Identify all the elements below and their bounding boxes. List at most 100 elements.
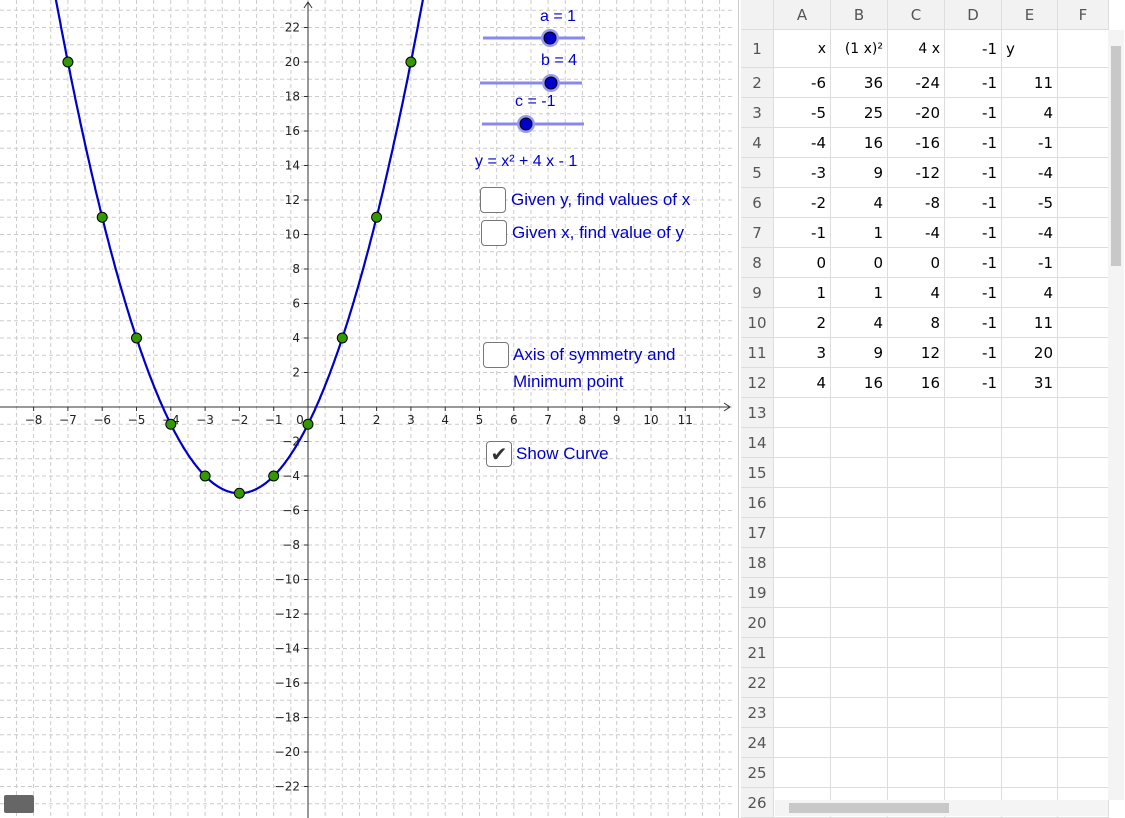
- cell-B20[interactable]: [831, 608, 888, 638]
- cell-B17[interactable]: [831, 518, 888, 548]
- row-header[interactable]: 12: [741, 368, 774, 398]
- cell-B21[interactable]: [831, 638, 888, 668]
- cell-A14[interactable]: [774, 428, 831, 458]
- cell-B12[interactable]: 16: [831, 368, 888, 398]
- cell-E16[interactable]: [1002, 488, 1058, 518]
- cell-D2[interactable]: -1: [945, 68, 1002, 98]
- checkbox-show-curve-label[interactable]: Show Curve: [516, 444, 609, 464]
- cell-E19[interactable]: [1002, 578, 1058, 608]
- checkbox-given-x-label[interactable]: Given x, find value of y: [512, 223, 684, 243]
- cell-C5[interactable]: -12: [888, 158, 945, 188]
- graphics-view[interactable]: −8−7−6−5−4−3−2−1012345678910112220181614…: [0, 0, 735, 818]
- cell-C16[interactable]: [888, 488, 945, 518]
- cell-D10[interactable]: -1: [945, 308, 1002, 338]
- cell-A24[interactable]: [774, 728, 831, 758]
- row-header[interactable]: 9: [741, 278, 774, 308]
- cell-B14[interactable]: [831, 428, 888, 458]
- cell-C20[interactable]: [888, 608, 945, 638]
- checkbox-axis-symmetry[interactable]: [483, 342, 509, 368]
- cell-B10[interactable]: 4: [831, 308, 888, 338]
- cell-A6[interactable]: -2: [774, 188, 831, 218]
- cell-F16[interactable]: [1058, 488, 1109, 518]
- row-header[interactable]: 2: [741, 68, 774, 98]
- cell-A9[interactable]: 1: [774, 278, 831, 308]
- cell-A1[interactable]: x: [774, 30, 831, 68]
- cell-C7[interactable]: -4: [888, 218, 945, 248]
- cell-C2[interactable]: -24: [888, 68, 945, 98]
- cell-C12[interactable]: 16: [888, 368, 945, 398]
- cell-C15[interactable]: [888, 458, 945, 488]
- cell-D15[interactable]: [945, 458, 1002, 488]
- cell-E20[interactable]: [1002, 608, 1058, 638]
- cell-C24[interactable]: [888, 728, 945, 758]
- row-header[interactable]: 14: [741, 428, 774, 458]
- cell-F17[interactable]: [1058, 518, 1109, 548]
- cell-C17[interactable]: [888, 518, 945, 548]
- checkbox-axis-symmetry-label[interactable]: Axis of symmetry and: [513, 345, 676, 365]
- row-header[interactable]: 24: [741, 728, 774, 758]
- checkbox-given-y-label[interactable]: Given y, find values of x: [511, 190, 690, 210]
- cell-E22[interactable]: [1002, 668, 1058, 698]
- cell-F23[interactable]: [1058, 698, 1109, 728]
- cell-F25[interactable]: [1058, 758, 1109, 788]
- cell-C11[interactable]: 12: [888, 338, 945, 368]
- cell-A7[interactable]: -1: [774, 218, 831, 248]
- cell-D13[interactable]: [945, 398, 1002, 428]
- column-header-B[interactable]: B: [831, 0, 888, 30]
- cell-E23[interactable]: [1002, 698, 1058, 728]
- cell-A12[interactable]: 4: [774, 368, 831, 398]
- row-header[interactable]: 8: [741, 248, 774, 278]
- cell-F5[interactable]: [1058, 158, 1109, 188]
- cell-F21[interactable]: [1058, 638, 1109, 668]
- cell-E7[interactable]: -4: [1002, 218, 1058, 248]
- cell-A4[interactable]: -4: [774, 128, 831, 158]
- keyboard-icon[interactable]: [4, 795, 34, 813]
- cell-D17[interactable]: [945, 518, 1002, 548]
- checkbox-given-x[interactable]: [481, 220, 507, 246]
- cell-C13[interactable]: [888, 398, 945, 428]
- cell-A19[interactable]: [774, 578, 831, 608]
- cell-E15[interactable]: [1002, 458, 1058, 488]
- cell-B4[interactable]: 16: [831, 128, 888, 158]
- cell-F1[interactable]: [1058, 30, 1109, 68]
- row-header[interactable]: 26: [741, 788, 774, 818]
- cell-E10[interactable]: 11: [1002, 308, 1058, 338]
- cell-C10[interactable]: 8: [888, 308, 945, 338]
- cell-D22[interactable]: [945, 668, 1002, 698]
- cell-F24[interactable]: [1058, 728, 1109, 758]
- cell-B18[interactable]: [831, 548, 888, 578]
- cell-A5[interactable]: -3: [774, 158, 831, 188]
- cell-B7[interactable]: 1: [831, 218, 888, 248]
- cell-B8[interactable]: 0: [831, 248, 888, 278]
- cell-E6[interactable]: -5: [1002, 188, 1058, 218]
- cell-D25[interactable]: [945, 758, 1002, 788]
- cell-B16[interactable]: [831, 488, 888, 518]
- cell-A21[interactable]: [774, 638, 831, 668]
- cell-B6[interactable]: 4: [831, 188, 888, 218]
- cell-A17[interactable]: [774, 518, 831, 548]
- cell-B25[interactable]: [831, 758, 888, 788]
- horizontal-scrollbar[interactable]: [775, 800, 1108, 816]
- cell-A13[interactable]: [774, 398, 831, 428]
- cell-D4[interactable]: -1: [945, 128, 1002, 158]
- cell-B5[interactable]: 9: [831, 158, 888, 188]
- column-header-D[interactable]: D: [945, 0, 1002, 30]
- row-header[interactable]: 23: [741, 698, 774, 728]
- cell-E21[interactable]: [1002, 638, 1058, 668]
- row-header[interactable]: 20: [741, 608, 774, 638]
- row-header[interactable]: 4: [741, 128, 774, 158]
- cell-E2[interactable]: 11: [1002, 68, 1058, 98]
- slider-handle[interactable]: [543, 31, 557, 45]
- cell-F10[interactable]: [1058, 308, 1109, 338]
- slider-handle[interactable]: [519, 117, 533, 131]
- vertical-scrollbar[interactable]: [1108, 30, 1124, 800]
- row-header[interactable]: 22: [741, 668, 774, 698]
- cell-D23[interactable]: [945, 698, 1002, 728]
- row-header[interactable]: 13: [741, 398, 774, 428]
- checkbox-given-y[interactable]: [480, 187, 506, 213]
- row-header[interactable]: 7: [741, 218, 774, 248]
- horizontal-scroll-thumb[interactable]: [789, 803, 949, 813]
- cell-D5[interactable]: -1: [945, 158, 1002, 188]
- cell-A15[interactable]: [774, 458, 831, 488]
- cell-E9[interactable]: 4: [1002, 278, 1058, 308]
